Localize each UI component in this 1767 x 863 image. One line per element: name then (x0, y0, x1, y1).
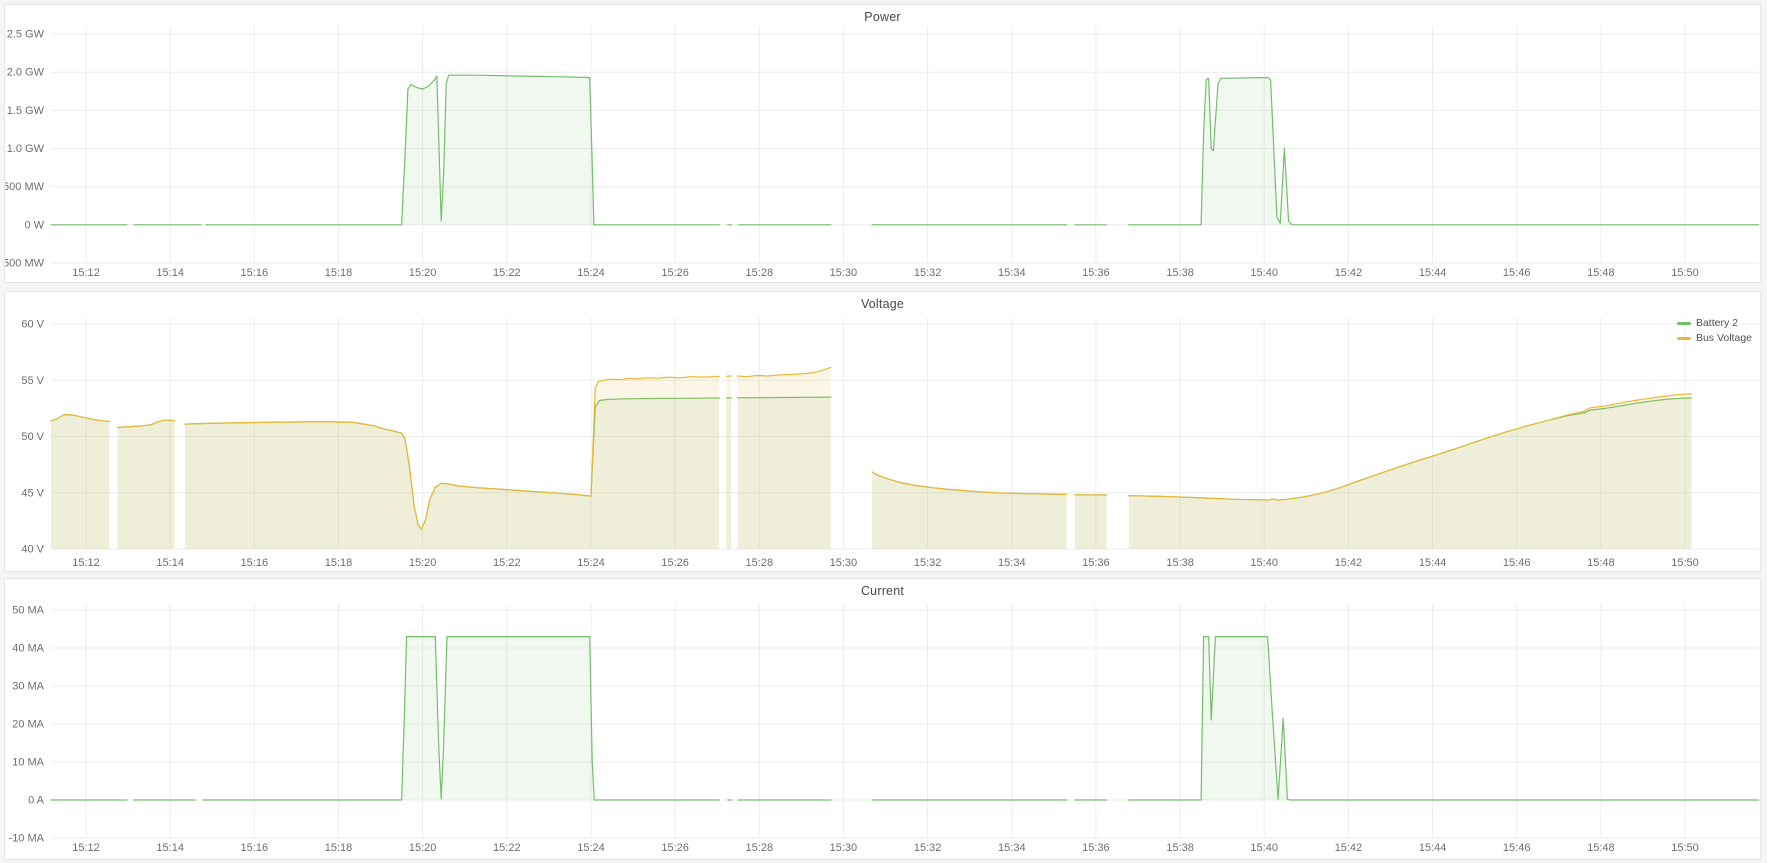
svg-text:15:36: 15:36 (1082, 557, 1110, 569)
svg-text:15:44: 15:44 (1419, 842, 1447, 854)
svg-text:15:46: 15:46 (1503, 267, 1531, 279)
svg-text:15:50: 15:50 (1671, 842, 1699, 854)
svg-text:15:28: 15:28 (746, 557, 774, 569)
svg-text:-500 MW: -500 MW (5, 258, 45, 270)
svg-text:15:40: 15:40 (1250, 842, 1278, 854)
svg-text:15:18: 15:18 (325, 557, 353, 569)
svg-text:15:36: 15:36 (1082, 842, 1110, 854)
voltage-panel: Voltage 15:1215:1415:1615:1815:2015:2215… (4, 291, 1761, 572)
svg-text:15:32: 15:32 (914, 557, 942, 569)
svg-text:15:12: 15:12 (72, 842, 100, 854)
svg-text:15:50: 15:50 (1671, 557, 1699, 569)
svg-text:15:16: 15:16 (241, 842, 269, 854)
svg-text:15:46: 15:46 (1503, 842, 1531, 854)
svg-text:500 MW: 500 MW (5, 181, 45, 193)
current-chart[interactable]: 15:12 15:14 15:16 15:18 15:20 15:22 15:24 15:26… (5, 579, 1760, 859)
svg-text:15:38: 15:38 (1166, 842, 1194, 854)
legend-item-bus-voltage[interactable]: Bus Voltage (1677, 331, 1752, 345)
svg-text:40 V: 40 V (21, 544, 44, 556)
svg-text:15:12: 15:12 (72, 267, 100, 279)
svg-text:2.5 GW: 2.5 GW (7, 29, 45, 41)
svg-text:15:48: 15:48 (1587, 267, 1615, 279)
svg-text:1.0 GW: 1.0 GW (7, 143, 45, 155)
svg-text:45 V: 45 V (21, 487, 44, 499)
svg-text:15:26: 15:26 (661, 267, 689, 279)
svg-text:15:38: 15:38 (1166, 267, 1194, 279)
svg-text:15:26: 15:26 (661, 557, 689, 569)
svg-text:15:42: 15:42 (1335, 842, 1363, 854)
svg-text:15:18: 15:18 (325, 842, 353, 854)
svg-text:0 A: 0 A (28, 795, 45, 807)
legend-item-battery-2[interactable]: Battery 2 (1677, 316, 1752, 330)
svg-text:15:32: 15:32 (914, 267, 942, 279)
svg-text:15:34: 15:34 (998, 557, 1026, 569)
svg-text:15:40: 15:40 (1250, 267, 1278, 279)
svg-text:15:36: 15:36 (1082, 267, 1110, 279)
svg-text:50 MA: 50 MA (12, 605, 44, 617)
svg-text:0 W: 0 W (24, 219, 44, 231)
svg-text:15:42: 15:42 (1335, 267, 1363, 279)
svg-text:15:22: 15:22 (493, 842, 521, 854)
svg-text:55 V: 55 V (21, 375, 44, 387)
grafana-dashboard: Power 15:12 15:14 15:16 15:18 15:20 15:22 15:2… (0, 0, 1767, 863)
svg-text:15:46: 15:46 (1503, 557, 1531, 569)
legend-label-battery-2: Battery 2 (1696, 317, 1738, 329)
svg-text:15:30: 15:30 (830, 557, 858, 569)
svg-text:15:34: 15:34 (998, 842, 1026, 854)
svg-text:15:40: 15:40 (1250, 557, 1278, 569)
svg-text:60 V: 60 V (21, 319, 44, 331)
bus-voltage-color-swatch (1677, 337, 1691, 340)
svg-text:15:32: 15:32 (914, 842, 942, 854)
voltage-panel-title[interactable]: Voltage (5, 297, 1760, 311)
svg-text:15:24: 15:24 (577, 842, 605, 854)
svg-text:15:28: 15:28 (746, 267, 774, 279)
svg-text:15:50: 15:50 (1671, 267, 1699, 279)
svg-text:15:18: 15:18 (325, 267, 353, 279)
svg-text:15:20: 15:20 (409, 842, 437, 854)
svg-text:2.0 GW: 2.0 GW (7, 67, 45, 79)
svg-text:-10 MA: -10 MA (9, 833, 45, 845)
voltage-legend: Battery 2 Bus Voltage (1677, 316, 1752, 345)
svg-text:15:30: 15:30 (830, 267, 858, 279)
svg-text:20 MA: 20 MA (12, 719, 44, 731)
svg-text:15:26: 15:26 (661, 842, 689, 854)
current-panel: Current 15:1215:1415:1615:1815:2015:2215… (4, 578, 1761, 860)
svg-text:15:38: 15:38 (1166, 557, 1194, 569)
svg-text:15:48: 15:48 (1587, 842, 1615, 854)
current-panel-title[interactable]: Current (5, 584, 1760, 598)
svg-text:15:20: 15:20 (409, 557, 437, 569)
svg-text:15:44: 15:44 (1419, 267, 1447, 279)
svg-text:30 MA: 30 MA (12, 681, 44, 693)
svg-text:15:24: 15:24 (577, 557, 605, 569)
svg-text:15:24: 15:24 (577, 267, 605, 279)
power-panel-title[interactable]: Power (5, 10, 1760, 24)
voltage-chart[interactable]: 15:12 15:14 15:16 15:18 15:20 15:22 15:24 15:26… (5, 292, 1760, 571)
svg-text:15:20: 15:20 (409, 267, 437, 279)
battery-2-color-swatch (1677, 322, 1691, 325)
svg-text:15:16: 15:16 (241, 557, 269, 569)
svg-text:15:28: 15:28 (746, 842, 774, 854)
svg-text:15:34: 15:34 (998, 267, 1026, 279)
svg-text:15:14: 15:14 (156, 557, 184, 569)
svg-text:15:14: 15:14 (156, 267, 184, 279)
power-chart[interactable]: 15:12 15:14 15:16 15:18 15:20 15:22 15:24 15:26… (5, 5, 1760, 282)
power-panel: Power 15:12 15:14 15:16 15:18 15:20 15:22 15:2… (4, 4, 1761, 283)
svg-text:40 MA: 40 MA (12, 643, 44, 655)
svg-text:10 MA: 10 MA (12, 757, 44, 769)
svg-text:15:44: 15:44 (1419, 557, 1447, 569)
legend-label-bus-voltage: Bus Voltage (1696, 332, 1752, 344)
svg-text:15:16: 15:16 (241, 267, 269, 279)
svg-text:15:48: 15:48 (1587, 557, 1615, 569)
svg-text:15:42: 15:42 (1335, 557, 1363, 569)
svg-text:15:22: 15:22 (493, 267, 521, 279)
svg-text:15:12: 15:12 (72, 557, 100, 569)
svg-text:15:14: 15:14 (156, 842, 184, 854)
svg-text:15:30: 15:30 (830, 842, 858, 854)
svg-text:1.5 GW: 1.5 GW (7, 105, 45, 117)
svg-text:50 V: 50 V (21, 431, 44, 443)
svg-text:15:22: 15:22 (493, 557, 521, 569)
